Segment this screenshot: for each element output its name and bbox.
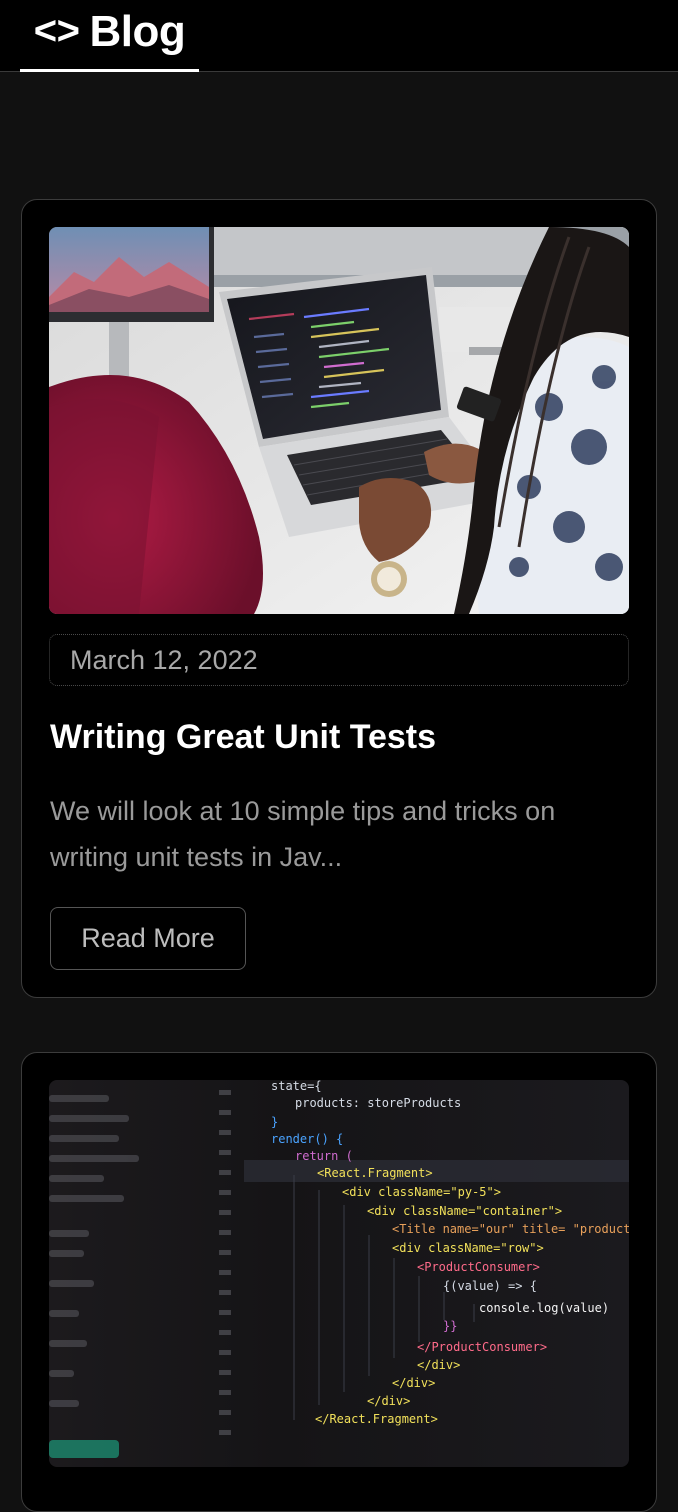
code-line: }: [271, 1115, 278, 1129]
code-line: {(value) => {: [443, 1279, 537, 1293]
code-brackets-icon: <>: [33, 9, 80, 53]
blog-home-link[interactable]: <> Blog: [20, 0, 199, 72]
code-line: </React.Fragment>: [315, 1412, 438, 1426]
post-date: March 12, 2022: [49, 634, 629, 686]
read-more-button[interactable]: Read More: [50, 907, 246, 970]
code-line: <div className="py-5">: [342, 1185, 501, 1199]
post-excerpt: We will look at 10 simple tips and trick…: [50, 796, 556, 872]
code-line: <Title name="our" title= "product: [392, 1222, 629, 1236]
code-line: </ProductConsumer>: [417, 1340, 547, 1354]
code-line: </div>: [417, 1358, 460, 1372]
code-line: <React.Fragment>: [317, 1166, 433, 1180]
post-card: March 12, 2022 Writing Great Unit Tests …: [21, 199, 657, 998]
code-line: </div>: [392, 1376, 435, 1390]
top-nav-bar: <> Blog: [0, 0, 678, 72]
post-title[interactable]: Writing Great Unit Tests: [50, 718, 436, 757]
code-line: return (: [295, 1149, 353, 1163]
code-line: <div className="row">: [392, 1241, 544, 1255]
post-thumbnail-image[interactable]: state={ products: storeProducts } render…: [49, 1080, 629, 1467]
code-line: <div className="container">: [367, 1204, 562, 1218]
post-card: state={ products: storeProducts } render…: [21, 1052, 657, 1512]
code-line: console.log(value): [479, 1301, 609, 1315]
code-line: }}: [443, 1319, 457, 1333]
code-line: <ProductConsumer>: [417, 1260, 540, 1274]
code-line: render() {: [271, 1132, 343, 1146]
site-title: Blog: [89, 6, 186, 56]
post-thumbnail-image[interactable]: [49, 227, 629, 614]
code-line: state={: [271, 1080, 322, 1093]
code-line: products: storeProducts: [295, 1096, 461, 1110]
code-line: </div>: [367, 1394, 410, 1408]
